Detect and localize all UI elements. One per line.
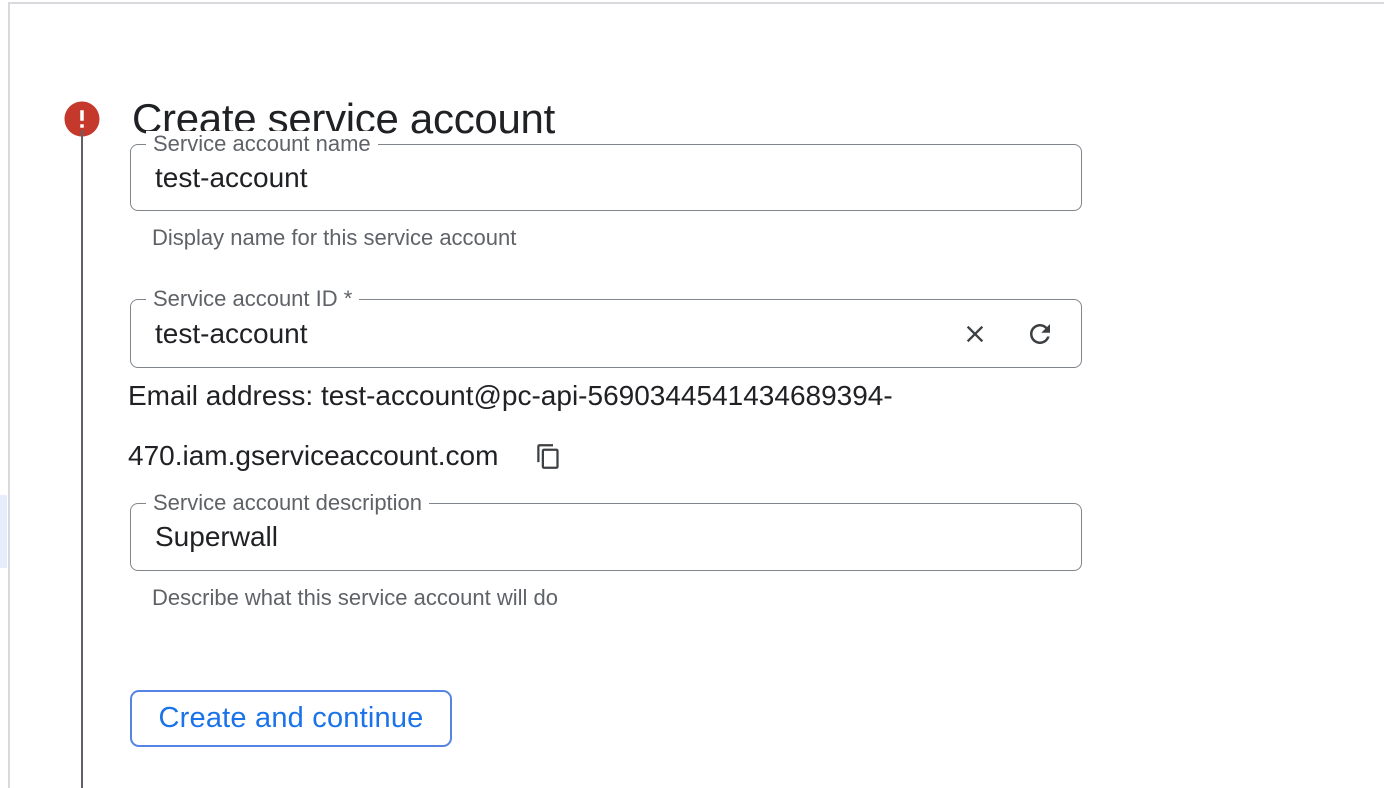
service-account-description-input[interactable] [155,521,1057,553]
email-address-line-2: 470.iam.gserviceaccount.com [128,426,893,486]
top-border-line [9,2,1384,4]
service-account-description-helper: Describe what this service account will … [152,585,558,611]
stepper-connector-line [81,130,83,788]
service-account-name-label: Service account name [146,131,378,157]
email-address-text-2: 470.iam.gserviceaccount.com [128,440,498,472]
service-account-description-label: Service account description [146,490,429,516]
create-service-account-page: Create service account Service account n… [0,0,1384,788]
service-account-id-input[interactable] [155,318,1057,350]
email-address-line-1: Email address: test-account@pc-api-56903… [128,366,893,426]
close-icon[interactable] [961,320,989,348]
email-address-block: Email address: test-account@pc-api-56903… [128,366,893,486]
service-account-id-actions [961,319,1055,349]
sidebar-highlight [0,495,7,568]
content-copy-icon[interactable] [535,443,562,470]
service-account-name-input[interactable] [155,162,1057,194]
service-account-name-helper: Display name for this service account [152,225,516,251]
service-account-name-field[interactable]: Service account name [130,144,1082,211]
service-account-id-label: Service account ID * [146,286,359,312]
service-account-id-field[interactable]: Service account ID * [130,299,1082,368]
refresh-icon[interactable] [1025,319,1055,349]
create-and-continue-button[interactable]: Create and continue [130,690,452,747]
email-address-text-1: Email address: test-account@pc-api-56903… [128,380,893,412]
left-border-line [8,2,10,788]
service-account-description-field[interactable]: Service account description [130,503,1082,571]
